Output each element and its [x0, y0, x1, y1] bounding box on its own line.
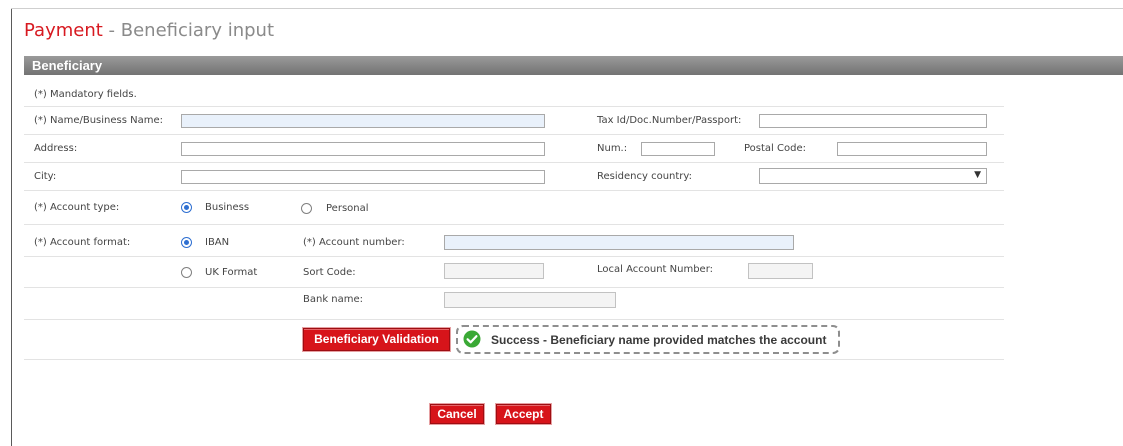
window-border-top — [11, 8, 1123, 9]
account-type-business-label: Business — [205, 202, 250, 213]
account-format-iban-radio[interactable] — [181, 237, 192, 248]
local-account-number-label: Local Account Number: — [597, 264, 714, 275]
address-input[interactable] — [181, 142, 545, 156]
beneficiary-validation-button[interactable]: Beneficiary Validation — [303, 328, 450, 351]
row-divider — [24, 162, 1004, 163]
sort-code-input[interactable] — [444, 263, 544, 279]
account-format-uk-label: UK Format — [205, 267, 258, 278]
postal-code-input[interactable] — [837, 142, 987, 156]
page-title: Payment - Beneficiary input — [24, 20, 274, 41]
cancel-button[interactable]: Cancel — [430, 404, 484, 424]
name-input[interactable] — [181, 114, 545, 128]
residency-country-label: Residency country: — [597, 171, 692, 182]
local-account-number-input[interactable] — [748, 263, 813, 279]
row-divider — [24, 106, 1004, 107]
num-label: Num.: — [597, 143, 628, 154]
check-circle-icon — [463, 330, 481, 348]
account-number-input[interactable] — [444, 235, 794, 250]
row-divider — [24, 256, 1004, 257]
account-format-uk-radio[interactable] — [181, 267, 192, 278]
window-border-left — [11, 8, 12, 446]
account-number-label: (*) Account number: — [303, 237, 405, 248]
residency-country-select[interactable]: ▼ — [759, 168, 987, 184]
sort-code-label: Sort Code: — [303, 267, 356, 278]
row-divider — [24, 190, 1004, 191]
account-type-personal-label: Personal — [326, 203, 369, 214]
taxid-input[interactable] — [759, 114, 987, 128]
account-type-personal-radio[interactable] — [301, 203, 312, 214]
section-header-beneficiary: Beneficiary — [24, 56, 1123, 75]
postal-code-label: Postal Code: — [744, 143, 806, 154]
account-format-label: (*) Account format: — [34, 237, 131, 248]
city-label: City: — [34, 171, 57, 182]
bank-name-input[interactable] — [444, 292, 616, 308]
page-title-main: Payment — [24, 20, 103, 41]
row-divider — [24, 359, 1004, 360]
name-label: (*) Name/Business Name: — [34, 115, 163, 126]
row-divider — [24, 319, 1004, 320]
bank-name-label: Bank name: — [303, 294, 364, 305]
account-type-label: (*) Account type: — [34, 202, 120, 213]
account-format-iban-label: IBAN — [205, 237, 230, 248]
num-input[interactable] — [641, 142, 715, 156]
row-divider — [24, 134, 1004, 135]
taxid-label: Tax Id/Doc.Number/Passport: — [597, 115, 742, 126]
account-type-business-radio[interactable] — [181, 202, 192, 213]
chevron-down-icon: ▼ — [974, 170, 981, 180]
success-message: Success - Beneficiary name provided matc… — [491, 333, 827, 347]
accept-button[interactable]: Accept — [496, 404, 551, 424]
page-title-sub: - Beneficiary input — [102, 20, 274, 41]
address-label: Address: — [34, 143, 78, 154]
city-input[interactable] — [181, 170, 545, 184]
row-divider — [24, 287, 1004, 288]
row-divider — [24, 224, 1004, 225]
mandatory-note: (*) Mandatory fields. — [34, 89, 137, 100]
